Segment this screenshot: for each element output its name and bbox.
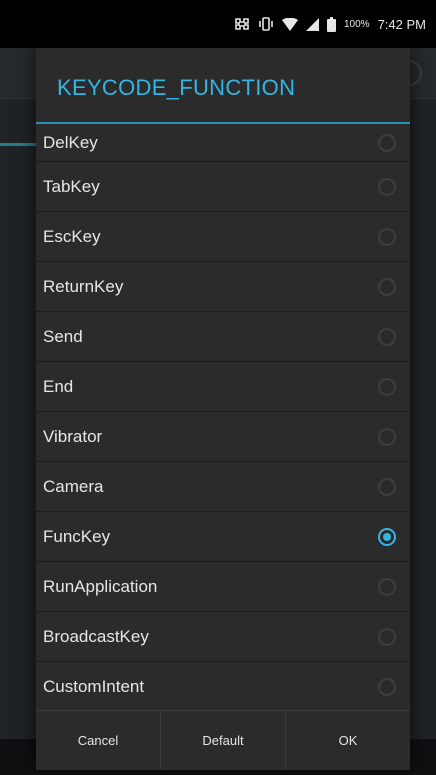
option-customintent[interactable]: CustomIntent — [36, 662, 410, 710]
cancel-button[interactable]: Cancel — [36, 711, 160, 770]
option-broadcastkey[interactable]: BroadcastKey — [36, 612, 410, 662]
signal-icon — [306, 17, 319, 31]
option-label: Camera — [43, 476, 104, 496]
dialog-header: KEYCODE_FUNCTION — [36, 48, 410, 126]
option-vibrator[interactable]: Vibrator — [36, 412, 410, 462]
option-label: ReturnKey — [43, 276, 124, 296]
status-bar: 100% 7:42 PM — [0, 0, 436, 48]
radio-button[interactable] — [378, 627, 396, 646]
radio-button[interactable] — [378, 227, 396, 246]
option-delkey[interactable]: DelKey — [36, 125, 410, 162]
radio-button[interactable] — [378, 277, 396, 296]
default-button[interactable]: Default — [160, 711, 285, 770]
options-list[interactable]: DelKey TabKey EscKey ReturnKey Send End … — [36, 125, 410, 710]
wifi-icon — [282, 17, 298, 31]
option-label: TabKey — [43, 176, 100, 196]
ok-button[interactable]: OK — [285, 711, 410, 770]
radio-button[interactable] — [378, 177, 396, 196]
option-label: End — [43, 376, 74, 396]
radio-button[interactable] — [378, 134, 396, 152]
radio-button[interactable] — [378, 427, 396, 446]
radio-button[interactable] — [378, 327, 396, 346]
dialog-title: KEYCODE_FUNCTION — [57, 75, 296, 100]
radio-button[interactable] — [378, 577, 396, 596]
battery-percent: 100% — [344, 18, 370, 30]
option-funckey[interactable]: FuncKey — [36, 512, 410, 562]
nfc-icon — [234, 17, 250, 31]
option-end[interactable]: End — [36, 362, 410, 412]
option-tabkey[interactable]: TabKey — [36, 162, 410, 212]
option-label: FuncKey — [43, 526, 111, 546]
option-send[interactable]: Send — [36, 312, 410, 362]
option-label: Vibrator — [43, 426, 103, 446]
radio-button[interactable] — [378, 377, 396, 396]
vibrate-icon — [258, 17, 274, 31]
option-label: BroadcastKey — [43, 626, 149, 646]
option-runapplication[interactable]: RunApplication — [36, 562, 410, 612]
radio-button[interactable] — [378, 477, 396, 496]
dialog-button-bar: Cancel Default OK — [36, 710, 410, 770]
option-label: DelKey — [43, 133, 98, 152]
option-label: RunApplication — [43, 576, 158, 596]
keycode-function-dialog: KEYCODE_FUNCTION DelKey TabKey EscKey Re… — [36, 48, 410, 770]
option-returnkey[interactable]: ReturnKey — [36, 262, 410, 312]
option-label: CustomIntent — [43, 676, 145, 696]
radio-button-selected[interactable] — [378, 527, 396, 546]
clock: 7:42 PM — [377, 16, 426, 32]
background-tab-indicator — [0, 143, 38, 146]
option-label: EscKey — [43, 226, 101, 246]
title-divider — [36, 122, 410, 124]
option-esckey[interactable]: EscKey — [36, 212, 410, 262]
option-camera[interactable]: Camera — [36, 462, 410, 512]
battery-icon — [327, 16, 336, 32]
radio-button[interactable] — [378, 677, 396, 696]
option-label: Send — [43, 326, 83, 346]
